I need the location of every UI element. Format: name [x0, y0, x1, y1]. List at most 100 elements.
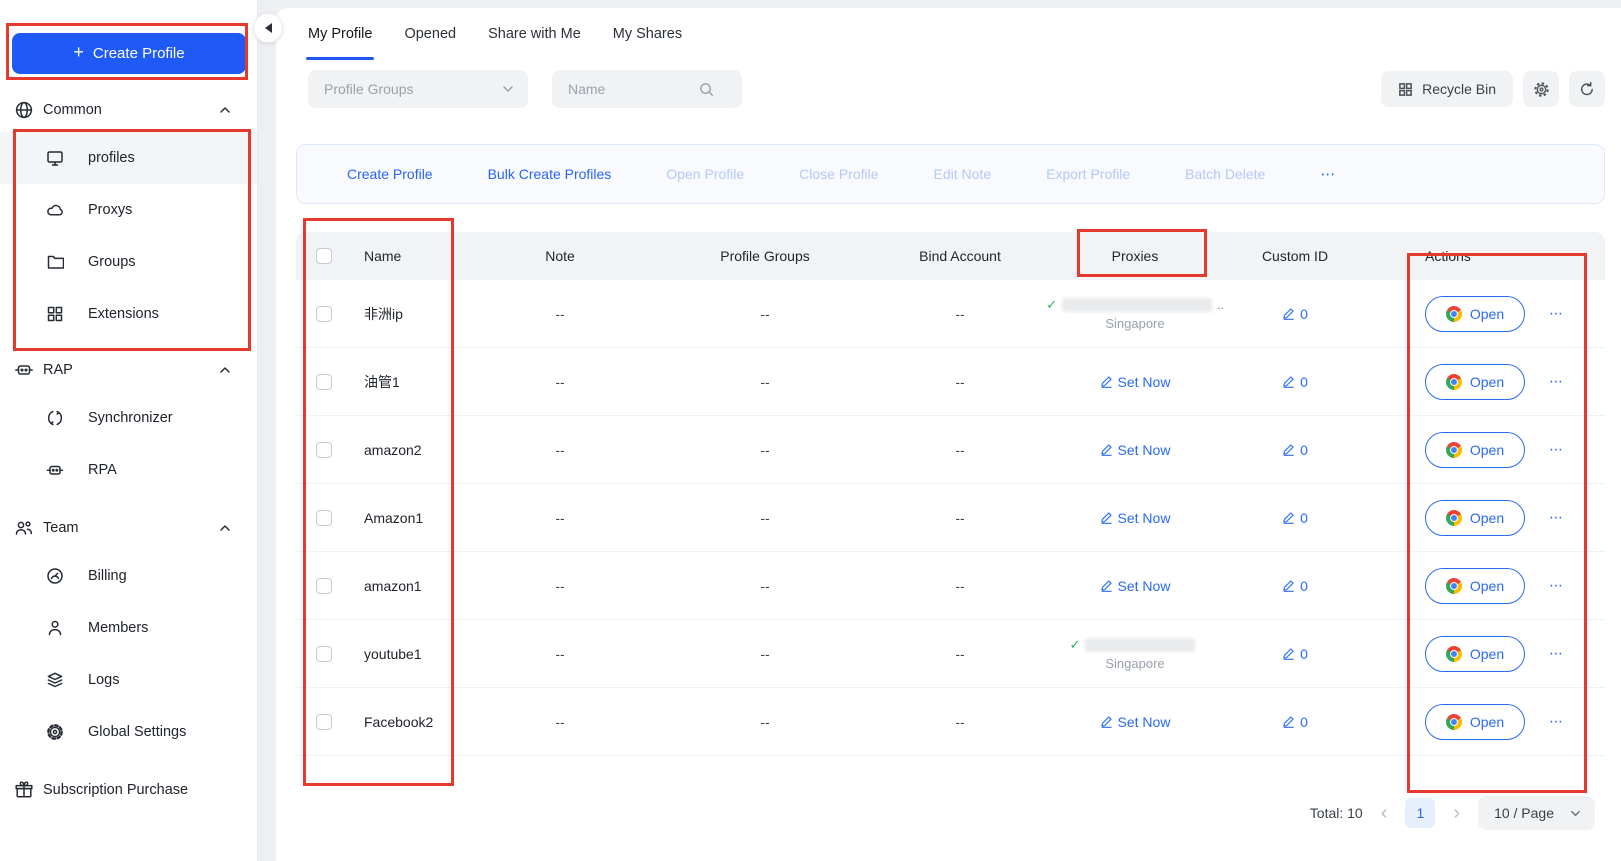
sidebar-collapse-button[interactable]	[253, 13, 283, 43]
row-more-button[interactable]: ⋯	[1549, 305, 1565, 322]
open-profile-button[interactable]: Open	[1425, 636, 1525, 672]
sidebar-item-groups[interactable]: Groups	[0, 236, 257, 288]
tab-my-shares[interactable]: My Shares	[613, 26, 682, 60]
set-proxy-link[interactable]: Set Now	[1100, 510, 1171, 526]
bind-account-cell: --	[880, 714, 1040, 730]
chevron-down-icon	[500, 81, 516, 97]
tab-my-profile[interactable]: My Profile	[308, 26, 372, 60]
sidebar-item-label: RPA	[88, 462, 117, 478]
recycle-bin-button[interactable]: Recycle Bin	[1381, 71, 1513, 107]
set-proxy-link[interactable]: Set Now	[1100, 578, 1171, 594]
current-page-button[interactable]: 1	[1405, 798, 1435, 828]
page-size-select[interactable]: 10 / Page	[1478, 796, 1595, 830]
refresh-button[interactable]	[1569, 71, 1605, 107]
custom-id-edit[interactable]: 0	[1282, 714, 1308, 730]
row-more-button[interactable]: ⋯	[1549, 373, 1565, 390]
custom-id-edit[interactable]: 0	[1282, 646, 1308, 662]
sidebar-item-profiles[interactable]: profiles	[0, 132, 257, 184]
name-search-input[interactable]	[568, 81, 698, 97]
sidebar-item-label: Logs	[88, 672, 119, 688]
row-more-button[interactable]: ⋯	[1549, 577, 1565, 594]
sidebar-item-synchronizer[interactable]: Synchronizer	[0, 392, 257, 444]
sidebar-item-members[interactable]: Members	[0, 602, 257, 654]
row-more-button[interactable]: ⋯	[1549, 713, 1565, 730]
custom-id-value: 0	[1300, 374, 1308, 390]
custom-id-edit[interactable]: 0	[1282, 578, 1308, 594]
row-checkbox[interactable]	[316, 374, 332, 390]
row-more-button[interactable]: ⋯	[1549, 509, 1565, 526]
row-checkbox[interactable]	[316, 714, 332, 730]
sidebar-item-subscription-purchase[interactable]: Subscription Purchase	[0, 768, 257, 812]
open-profile-button[interactable]: Open	[1425, 500, 1525, 536]
custom-id-edit[interactable]: 0	[1282, 510, 1308, 526]
pencil-icon	[1100, 715, 1113, 728]
settings-button[interactable]	[1523, 71, 1559, 107]
create-profile-button[interactable]: + Create Profile	[12, 33, 246, 74]
sidebar-section-common[interactable]: Common	[0, 88, 257, 132]
open-label: Open	[1470, 374, 1504, 390]
pencil-icon	[1100, 579, 1113, 592]
select-all-checkbox[interactable]	[316, 248, 332, 264]
folder-icon	[46, 253, 64, 271]
tab-share-with-me[interactable]: Share with Me	[488, 26, 581, 60]
check-icon: ✓	[1046, 297, 1057, 313]
row-checkbox[interactable]	[316, 510, 332, 526]
profile-groups-placeholder: Profile Groups	[324, 81, 500, 97]
gift-icon	[14, 780, 34, 800]
row-checkbox[interactable]	[316, 442, 332, 458]
action-open-profile[interactable]: Open Profile	[666, 166, 744, 182]
column-header-name: Name	[352, 248, 470, 264]
open-profile-button[interactable]: Open	[1425, 568, 1525, 604]
open-label: Open	[1470, 646, 1504, 662]
tab-bar: My Profile Opened Share with Me My Share…	[308, 26, 1605, 60]
action-more-button[interactable]: ⋯	[1320, 165, 1337, 183]
row-checkbox[interactable]	[316, 646, 332, 662]
column-header-proxies: Proxies	[1040, 248, 1230, 264]
action-close-profile[interactable]: Close Profile	[799, 166, 878, 182]
set-proxy-link[interactable]: Set Now	[1100, 442, 1171, 458]
sidebar-section-rap[interactable]: RAP	[0, 348, 257, 392]
sidebar-item-global-settings[interactable]: Global Settings	[0, 706, 257, 758]
row-checkbox[interactable]	[316, 578, 332, 594]
prev-page-button[interactable]: ‹	[1377, 803, 1392, 823]
profile-groups-cell: --	[650, 714, 880, 730]
proxy-suffix: ..	[1217, 298, 1224, 312]
chevron-up-icon	[217, 102, 233, 118]
sidebar-item-extensions[interactable]: Extensions	[0, 288, 257, 340]
profile-groups-cell: --	[650, 374, 880, 390]
refresh-icon	[1579, 81, 1595, 97]
open-profile-button[interactable]: Open	[1425, 432, 1525, 468]
sidebar-item-proxys[interactable]: Proxys	[0, 184, 257, 236]
action-export-profile[interactable]: Export Profile	[1046, 166, 1130, 182]
sidebar-section-team[interactable]: Team	[0, 506, 257, 550]
sidebar-item-rpa[interactable]: RPA	[0, 444, 257, 496]
custom-id-edit[interactable]: 0	[1282, 306, 1308, 322]
pencil-icon	[1100, 511, 1113, 524]
row-checkbox[interactable]	[316, 306, 332, 322]
row-more-button[interactable]: ⋯	[1549, 441, 1565, 458]
action-edit-note[interactable]: Edit Note	[934, 166, 992, 182]
sidebar-item-logs[interactable]: Logs	[0, 654, 257, 706]
open-profile-button[interactable]: Open	[1425, 704, 1525, 740]
action-bulk-create-profiles[interactable]: Bulk Create Profiles	[488, 166, 612, 182]
custom-id-edit[interactable]: 0	[1282, 374, 1308, 390]
custom-id-edit[interactable]: 0	[1282, 442, 1308, 458]
chevron-up-icon	[217, 520, 233, 536]
action-batch-delete[interactable]: Batch Delete	[1185, 166, 1265, 182]
sidebar-item-label: Global Settings	[88, 724, 186, 740]
open-profile-button[interactable]: Open	[1425, 364, 1525, 400]
tab-opened[interactable]: Opened	[404, 26, 456, 60]
set-proxy-link[interactable]: Set Now	[1100, 714, 1171, 730]
profile-groups-select[interactable]: Profile Groups	[308, 70, 528, 108]
action-create-profile[interactable]: Create Profile	[347, 166, 433, 182]
team-icon	[14, 518, 34, 538]
table-row: 油管1 -- -- -- Set Now 0 Open ⋯	[296, 348, 1605, 416]
sidebar-item-billing[interactable]: Billing	[0, 550, 257, 602]
next-page-button[interactable]: ›	[1449, 803, 1464, 823]
row-more-button[interactable]: ⋯	[1549, 645, 1565, 662]
layers-icon	[46, 671, 64, 689]
set-proxy-link[interactable]: Set Now	[1100, 374, 1171, 390]
name-search-box	[552, 70, 742, 108]
monitor-icon	[46, 149, 64, 167]
open-profile-button[interactable]: Open	[1425, 296, 1525, 332]
